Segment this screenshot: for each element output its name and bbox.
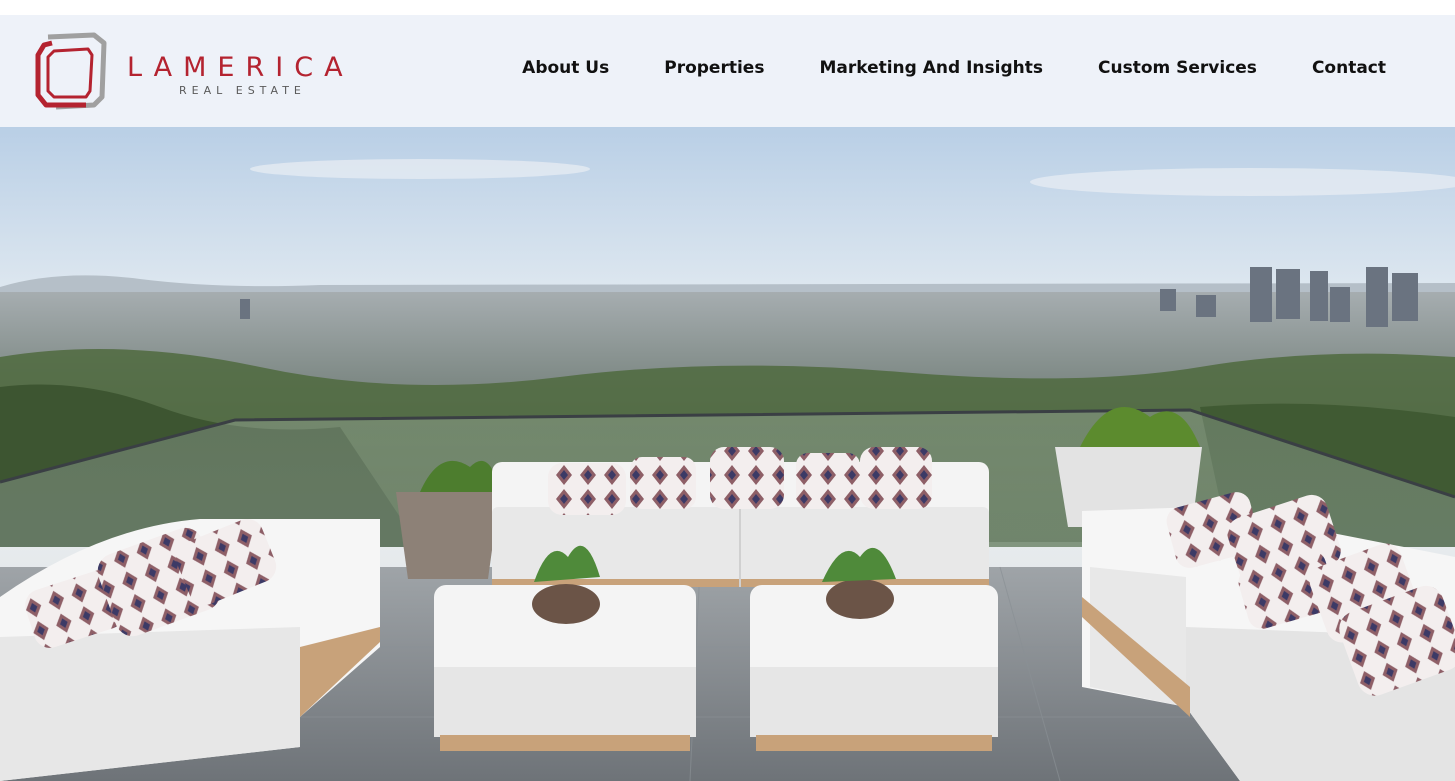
nav-custom-services[interactable]: Custom Services — [1098, 58, 1257, 78]
brand-name: LAMERICA — [127, 52, 354, 83]
site-header: LAMERICA REAL ESTATE About Us Properties… — [0, 15, 1455, 127]
nav-about-us[interactable]: About Us — [522, 58, 609, 78]
brand-tagline: REAL ESTATE — [179, 84, 306, 97]
logo-mark-icon — [35, 32, 107, 110]
hero-banner — [0, 127, 1455, 781]
brand-logo[interactable]: LAMERICA REAL ESTATE — [34, 31, 364, 111]
nav-contact[interactable]: Contact — [1312, 58, 1386, 78]
hero-image — [0, 127, 1455, 781]
nav-properties[interactable]: Properties — [664, 58, 764, 78]
nav-marketing-insights[interactable]: Marketing And Insights — [819, 58, 1043, 78]
top-strip — [0, 0, 1455, 15]
main-nav: About Us Properties Marketing And Insigh… — [522, 58, 1386, 78]
